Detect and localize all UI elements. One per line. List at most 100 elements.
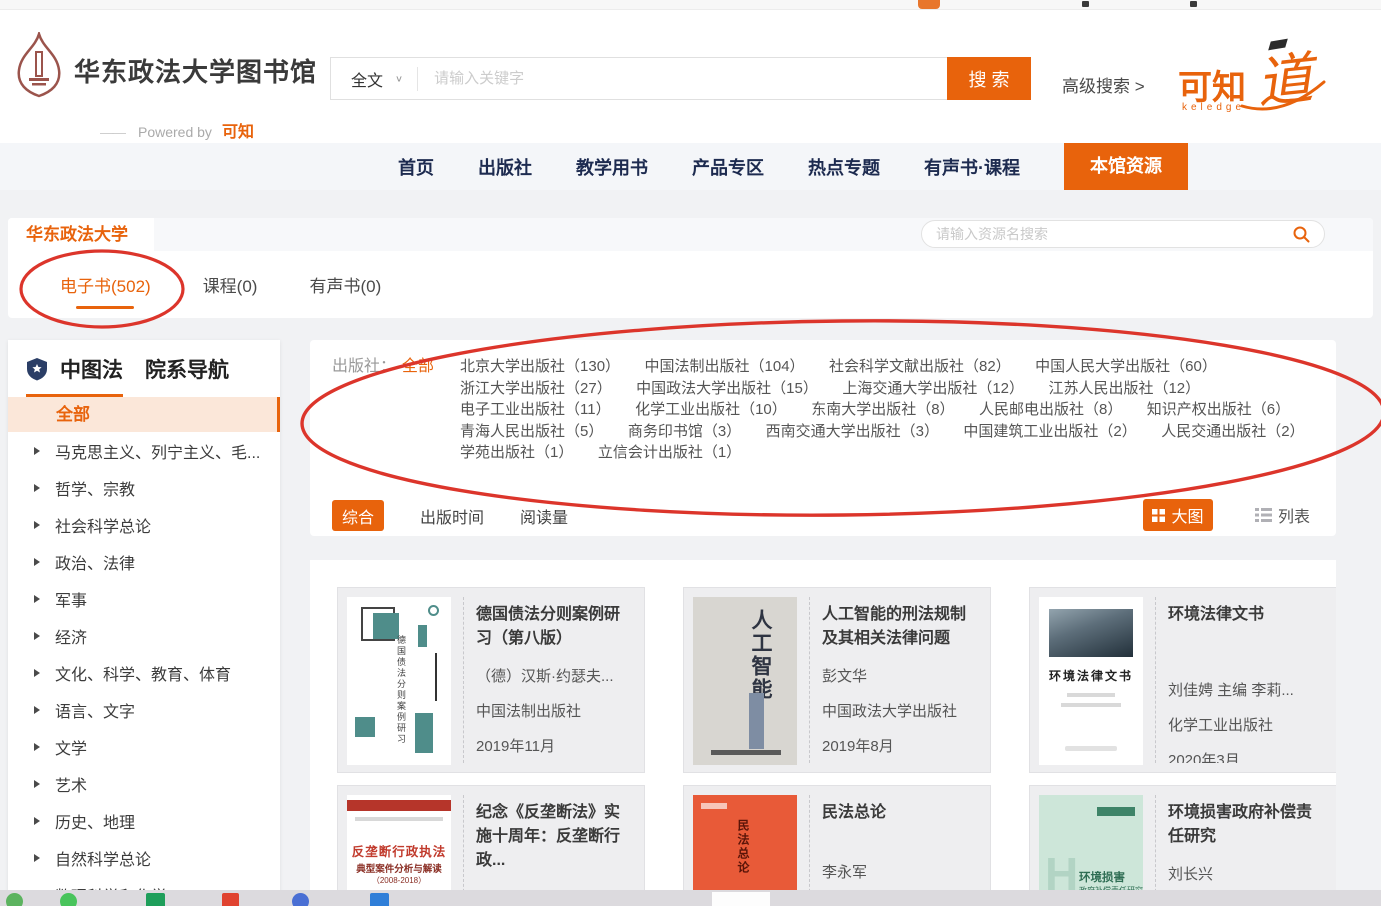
- header: 华东政法大学图书馆 ——Powered by可知 全文 ∨ 搜 索 高级搜索 >…: [0, 10, 1381, 143]
- view-list-button[interactable]: 列表: [1255, 503, 1310, 527]
- resource-search-input[interactable]: [936, 226, 1292, 242]
- sidebar-item[interactable]: 经济: [8, 617, 280, 654]
- book-date: 2019年8月: [822, 735, 981, 756]
- book-title: 人工智能的刑法规制及其相关法律问题: [822, 603, 981, 651]
- publisher-link[interactable]: 江苏人民出版社（12）: [1048, 380, 1200, 397]
- taskbar-app-icon[interactable]: [146, 893, 165, 906]
- browser-control-icon[interactable]: [1082, 1, 1089, 7]
- sort-comprehensive-button[interactable]: 综合: [332, 500, 384, 531]
- sidebar-header: 中图法 院系导航: [8, 340, 280, 397]
- nav-item-library-resources[interactable]: 本馆资源: [1064, 143, 1188, 190]
- search-icon[interactable]: [1292, 225, 1310, 243]
- caret-right-icon: [34, 854, 40, 862]
- advanced-search-link[interactable]: 高级搜索 >: [1062, 72, 1145, 97]
- publisher-link[interactable]: 电子工业出版社（11）: [460, 401, 611, 418]
- sidebar-tab-clc[interactable]: 中图法: [26, 354, 123, 397]
- view-large-button[interactable]: 大图: [1143, 499, 1213, 531]
- publisher-link[interactable]: 中国法制出版社（104）: [645, 358, 805, 375]
- cover-years: （2008-2018）: [347, 875, 451, 886]
- publisher-link[interactable]: 青海人民出版社（5）: [460, 423, 603, 440]
- publisher-link[interactable]: 人民交通出版社（2）: [1161, 423, 1304, 440]
- publisher-link[interactable]: 西南交通大学出版社（3）: [766, 423, 939, 440]
- divider: [1155, 597, 1156, 763]
- publisher-link[interactable]: 中国建筑工业出版社（2）: [963, 423, 1136, 440]
- sidebar-item[interactable]: 政治、法律: [8, 543, 280, 580]
- taskbar-app-icon[interactable]: [292, 893, 309, 906]
- publisher-link[interactable]: 人民邮电出版社（8）: [979, 401, 1122, 418]
- book-grid: 德国债法分则案例研习 德国债法分则案例研习（第八版） （德）汉斯·约瑟夫... …: [310, 560, 1336, 906]
- sort-publish-date[interactable]: 出版时间: [420, 504, 484, 528]
- book-cover: 德国债法分则案例研习: [347, 597, 451, 765]
- publisher-link[interactable]: 北京大学出版社（130）: [460, 358, 620, 375]
- search-scope-dropdown[interactable]: 全文 ∨: [331, 67, 417, 91]
- publisher-link[interactable]: 立信会计出版社（1）: [598, 444, 741, 461]
- book-card[interactable]: 民法总论 民法总论 李永军: [683, 785, 991, 906]
- sort-bar: 综合 出版时间 阅读量 大图 列表: [310, 495, 1336, 536]
- sidebar-item[interactable]: 哲学、宗教: [8, 469, 280, 506]
- book-card[interactable]: 德国债法分则案例研习 德国债法分则案例研习（第八版） （德）汉斯·约瑟夫... …: [337, 587, 645, 773]
- book-author: 彭文华: [822, 665, 981, 686]
- sidebar-item[interactable]: 军事: [8, 580, 280, 617]
- taskbar-app-icon[interactable]: [370, 893, 389, 906]
- book-title: 德国债法分则案例研习（第八版）: [476, 603, 635, 651]
- caret-right-icon: [34, 817, 40, 825]
- keyword-search-input[interactable]: [418, 70, 947, 87]
- tab-courses[interactable]: 课程(0): [203, 272, 258, 309]
- book-title: 环境法律文书: [1168, 603, 1327, 627]
- search-button[interactable]: 搜 索: [947, 57, 1031, 100]
- main-nav: 首页 出版社 教学用书 产品专区 热点专题 有声书·课程 本馆资源: [0, 143, 1381, 190]
- publisher-link[interactable]: 中国人民大学出版社（60）: [1035, 358, 1217, 375]
- publisher-filter-all[interactable]: 全部: [402, 356, 434, 464]
- nav-item-product-zone[interactable]: 产品专区: [692, 154, 764, 180]
- publisher-link[interactable]: 中国政法大学出版社（15）: [636, 380, 818, 397]
- publisher-filter-panel: 出版社： 全部 北京大学出版社（130） 中国法制出版社（104） 社会科学文献…: [310, 340, 1336, 536]
- sidebar-item[interactable]: 文化、科学、教育、体育: [8, 654, 280, 691]
- taskbar-item[interactable]: [712, 892, 770, 906]
- book-card[interactable]: 环境法律文书 环境法律文书 刘佳娉 主编 李莉... 化学工业出版社 2020年…: [1029, 587, 1336, 773]
- browser-control-icon[interactable]: [1190, 1, 1197, 7]
- book-card[interactable]: H 环境损害 政府补偿责任研究 环境损害政府补偿责任研究 刘长兴: [1029, 785, 1336, 906]
- resource-search-bar: [921, 220, 1325, 248]
- sidebar-item-all[interactable]: 全部: [8, 397, 280, 432]
- publisher-link[interactable]: 化学工业出版社（10）: [635, 401, 787, 418]
- tab-audiobooks[interactable]: 有声书(0): [309, 272, 381, 309]
- publisher-link[interactable]: 浙江大学出版社（27）: [460, 380, 612, 397]
- taskbar-app-icon[interactable]: [60, 893, 77, 906]
- caret-right-icon: [34, 706, 40, 714]
- sidebar-item[interactable]: 历史、地理: [8, 802, 280, 839]
- sidebar-item[interactable]: 文学: [8, 728, 280, 765]
- sidebar-item[interactable]: 社会科学总论: [8, 506, 280, 543]
- caret-right-icon: [34, 780, 40, 788]
- book-author: 刘长兴: [1168, 863, 1327, 884]
- sidebar-item[interactable]: 自然科学总论: [8, 839, 280, 876]
- sidebar-tab-departments[interactable]: 院系导航: [145, 354, 229, 397]
- nav-item-textbooks[interactable]: 教学用书: [576, 154, 648, 180]
- publisher-link[interactable]: 上海交通大学出版社（12）: [842, 380, 1024, 397]
- book-card[interactable]: 反垄断行政执法 典型案件分析与解读 （2008-2018） 纪念《反垄断法》实施…: [337, 785, 645, 906]
- taskbar-app-icon[interactable]: [222, 893, 239, 906]
- shield-star-icon: [26, 357, 48, 381]
- sidebar-item[interactable]: 马克思主义、列宁主义、毛...: [8, 432, 280, 469]
- publisher-link[interactable]: 东南大学出版社（8）: [811, 401, 954, 418]
- cover-title: 环境法律文书: [1039, 667, 1143, 684]
- tab-ebooks[interactable]: 电子书(502): [60, 272, 151, 309]
- browser-extension-icon[interactable]: [918, 0, 940, 9]
- nav-item-home[interactable]: 首页: [398, 154, 434, 180]
- cover-title: 环境损害: [1079, 869, 1125, 885]
- publisher-link[interactable]: 知识产权出版社（6）: [1147, 401, 1290, 418]
- book-card[interactable]: 人工智能 人工智能的刑法规制及其相关法律问题 彭文华 中国政法大学出版社 201…: [683, 587, 991, 773]
- caret-right-icon: [34, 447, 40, 455]
- nav-item-publishers[interactable]: 出版社: [478, 154, 532, 180]
- sidebar-item[interactable]: 艺术: [8, 765, 280, 802]
- nav-item-hot-topics[interactable]: 热点专题: [808, 154, 880, 180]
- sidebar-item[interactable]: 语言、文字: [8, 691, 280, 728]
- org-tab[interactable]: 华东政法大学: [8, 218, 154, 251]
- publisher-link[interactable]: 商务印书馆（3）: [628, 423, 741, 440]
- taskbar-app-icon[interactable]: [6, 893, 23, 906]
- publisher-link[interactable]: 学苑出版社（1）: [460, 444, 573, 461]
- caret-right-icon: [34, 743, 40, 751]
- publisher-link[interactable]: 社会科学文献出版社（82）: [829, 358, 1011, 375]
- nav-item-audiobooks-courses[interactable]: 有声书·课程: [924, 154, 1020, 180]
- sort-read-count[interactable]: 阅读量: [520, 504, 568, 528]
- book-publisher: 化学工业出版社: [1168, 714, 1327, 735]
